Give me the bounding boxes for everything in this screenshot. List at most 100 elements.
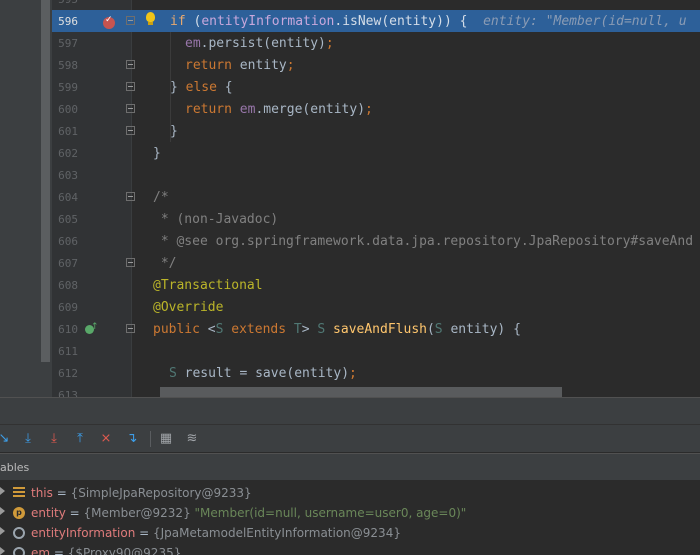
variable-name: entityInformation [31,526,136,540]
code-text: */ [153,256,177,271]
line-number: 595 [52,0,78,6]
force-step-into-icon[interactable]: ⤓ [46,431,62,447]
code-line[interactable]: 597 em.persist(entity); [52,32,700,54]
variable-row[interactable]: p entity = {Member@9232} "Member(id=null,… [0,503,700,523]
code-text: @Transactional [153,278,263,293]
code-token: ; [365,102,373,117]
indent-guide [170,32,171,54]
code-token: { [224,80,233,95]
code-token: public [153,322,208,337]
code-line[interactable]: 602} [52,142,700,164]
fold-marker-icon[interactable] [126,60,135,69]
code-line[interactable]: 599} else { [52,76,700,98]
project-panel-scrollbar[interactable] [41,0,50,362]
code-token: } [153,146,161,161]
trace-stream-icon[interactable]: ≋ [184,431,200,447]
variables-tree[interactable]: this = {SimpleJpaRepository@9233} p entity… [0,480,700,555]
fold-marker-icon[interactable] [126,192,135,201]
code-token: T [293,322,302,337]
fold-marker-icon[interactable] [126,126,135,135]
horizontal-scrollbar[interactable] [160,387,562,397]
code-token: @Override [153,300,224,315]
code-line[interactable]: 600 return em.merge(entity); [52,98,700,120]
code-text: em.persist(entity); [185,36,334,51]
run-to-cursor-icon[interactable]: ↴ [124,431,140,447]
code-line[interactable]: 604 /* [52,186,700,208]
variable-equals: = [50,546,68,555]
object-icon [13,527,25,539]
fold-marker-icon[interactable] [126,324,135,333]
code-token: S [434,322,451,337]
variables-header: ables [0,453,700,480]
code-text: return entity; [185,58,295,73]
variable-type: {Member@9232} [83,506,195,520]
variable-text: entityInformation = {JpaMetamodelEntityI… [31,526,401,540]
code-token: ( [426,322,435,337]
code-line[interactable]: 607 */ [52,252,700,274]
code-line[interactable]: 609 @Override [52,296,700,318]
code-token: > [301,322,318,337]
code-token: else [185,80,225,95]
variable-value: "Member(id=null, username=user0, age=0)" [194,506,467,520]
variable-row[interactable]: entityInformation = {JpaMetamodelEntityI… [0,523,700,543]
code-editor[interactable]: 595 596 if (entityInformation.isNew(entity… [0,0,700,397]
debug-toolbar: ↘ ⤓ ⤓ ⤒ ⨯ ↴ ▦ ≋ [0,424,700,452]
line-number: 603 [58,169,78,182]
code-token: } [170,124,178,139]
code-line[interactable]: 605 * (non-Javadoc) [52,208,700,230]
drop-frame-icon[interactable]: ⨯ [98,431,114,447]
evaluate-expression-icon[interactable]: ▦ [158,431,174,447]
code-line[interactable]: 603 [52,164,700,186]
parameter-icon: p [13,507,25,519]
code-token: < [207,322,216,337]
code-token: */ [153,256,177,271]
fold-marker-icon[interactable] [126,258,135,267]
line-number: 597 [58,37,78,50]
code-line[interactable]: 610 public <S extends T> S saveAndFlush(S… [52,318,700,340]
code-token: entity [239,58,287,73]
fold-marker-icon[interactable] [126,104,135,113]
expand-arrow-icon[interactable] [0,507,5,515]
debug-panel-header [0,397,700,424]
variable-row[interactable]: em = {$Proxy90@9235} [0,543,700,555]
expand-arrow-icon[interactable] [0,547,5,555]
variable-row[interactable]: this = {SimpleJpaRepository@9233} [0,483,700,503]
line-number: 598 [58,59,78,72]
code-line[interactable]: 611 [52,340,700,362]
variable-name: em [31,546,51,555]
intention-bulb-icon[interactable] [146,12,155,22]
code-text: } [153,146,161,161]
code-token: * @see org.springframework.data.jpa.repo… [153,234,694,249]
code-line[interactable]: 612 S result = save(entity); [52,362,700,384]
inline-debug-value: entity: "Member(id=null, u [483,14,687,29]
variable-type: {$Proxy90@9235} [67,546,182,555]
expand-arrow-icon[interactable] [0,487,5,495]
code-line[interactable]: 595 [52,0,700,10]
line-number: 613 [58,389,78,397]
code-line[interactable]: 601} [52,120,700,142]
line-number: 609 [58,301,78,314]
code-token: S [169,366,185,381]
step-out-icon[interactable]: ⤒ [72,431,88,447]
line-number: 608 [58,279,78,292]
line-number: 596 [58,15,78,28]
code-token: /* [153,190,169,205]
fold-marker-icon[interactable] [126,16,135,25]
line-number: 604 [58,191,78,204]
code-token: entity) { [450,322,521,337]
code-text: if (entityInformation.isNew(entity)) { e… [170,14,687,29]
code-line[interactable]: 598 return entity; [52,54,700,76]
toolbar-separator [150,431,151,447]
variable-name: entity [31,506,66,520]
expand-arrow-icon[interactable] [0,527,5,535]
step-over-icon[interactable]: ↘ [0,431,12,447]
code-text: public <S extends T> S saveAndFlush(S en… [153,322,521,337]
step-into-icon[interactable]: ⤓ [20,431,36,447]
code-line[interactable]: 606 * @see org.springframework.data.jpa.… [52,230,700,252]
line-number: 606 [58,235,78,248]
code-line[interactable]: 608 @Transactional [52,274,700,296]
code-token: em [239,102,256,117]
variable-name: this [31,486,53,500]
code-token: ; [349,366,357,381]
fold-marker-icon[interactable] [126,82,135,91]
